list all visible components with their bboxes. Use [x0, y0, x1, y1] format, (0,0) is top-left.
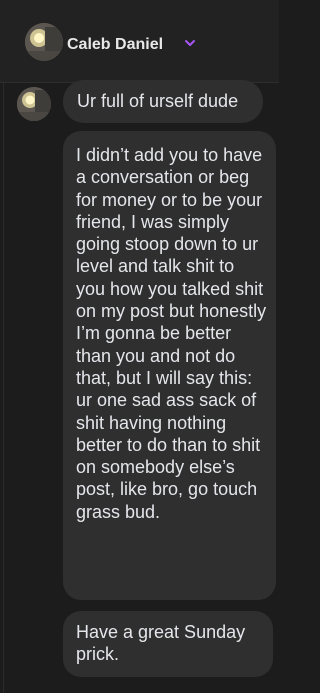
- message-text: Ur full of urself dude: [77, 91, 239, 111]
- message-bubble[interactable]: I didn’t add you to have a conversation …: [63, 131, 276, 600]
- panel-edge: [3, 0, 4, 693]
- message-bubble[interactable]: Ur full of urself dude: [63, 80, 263, 123]
- message-avatar[interactable]: [17, 87, 51, 121]
- message-text: I didn’t add you to have a conversation …: [76, 145, 267, 522]
- message-bubble[interactable]: Have a great Sunday prick.: [63, 611, 273, 677]
- message-text: Have a great Sunday prick.: [76, 622, 246, 665]
- chat-header: Caleb Daniel: [0, 0, 279, 82]
- contact-name[interactable]: Caleb Daniel: [67, 36, 163, 54]
- contact-avatar[interactable]: [25, 23, 63, 61]
- chevron-down-icon[interactable]: [183, 36, 197, 50]
- avatar-image: [17, 87, 51, 121]
- avatar-image: [25, 23, 63, 61]
